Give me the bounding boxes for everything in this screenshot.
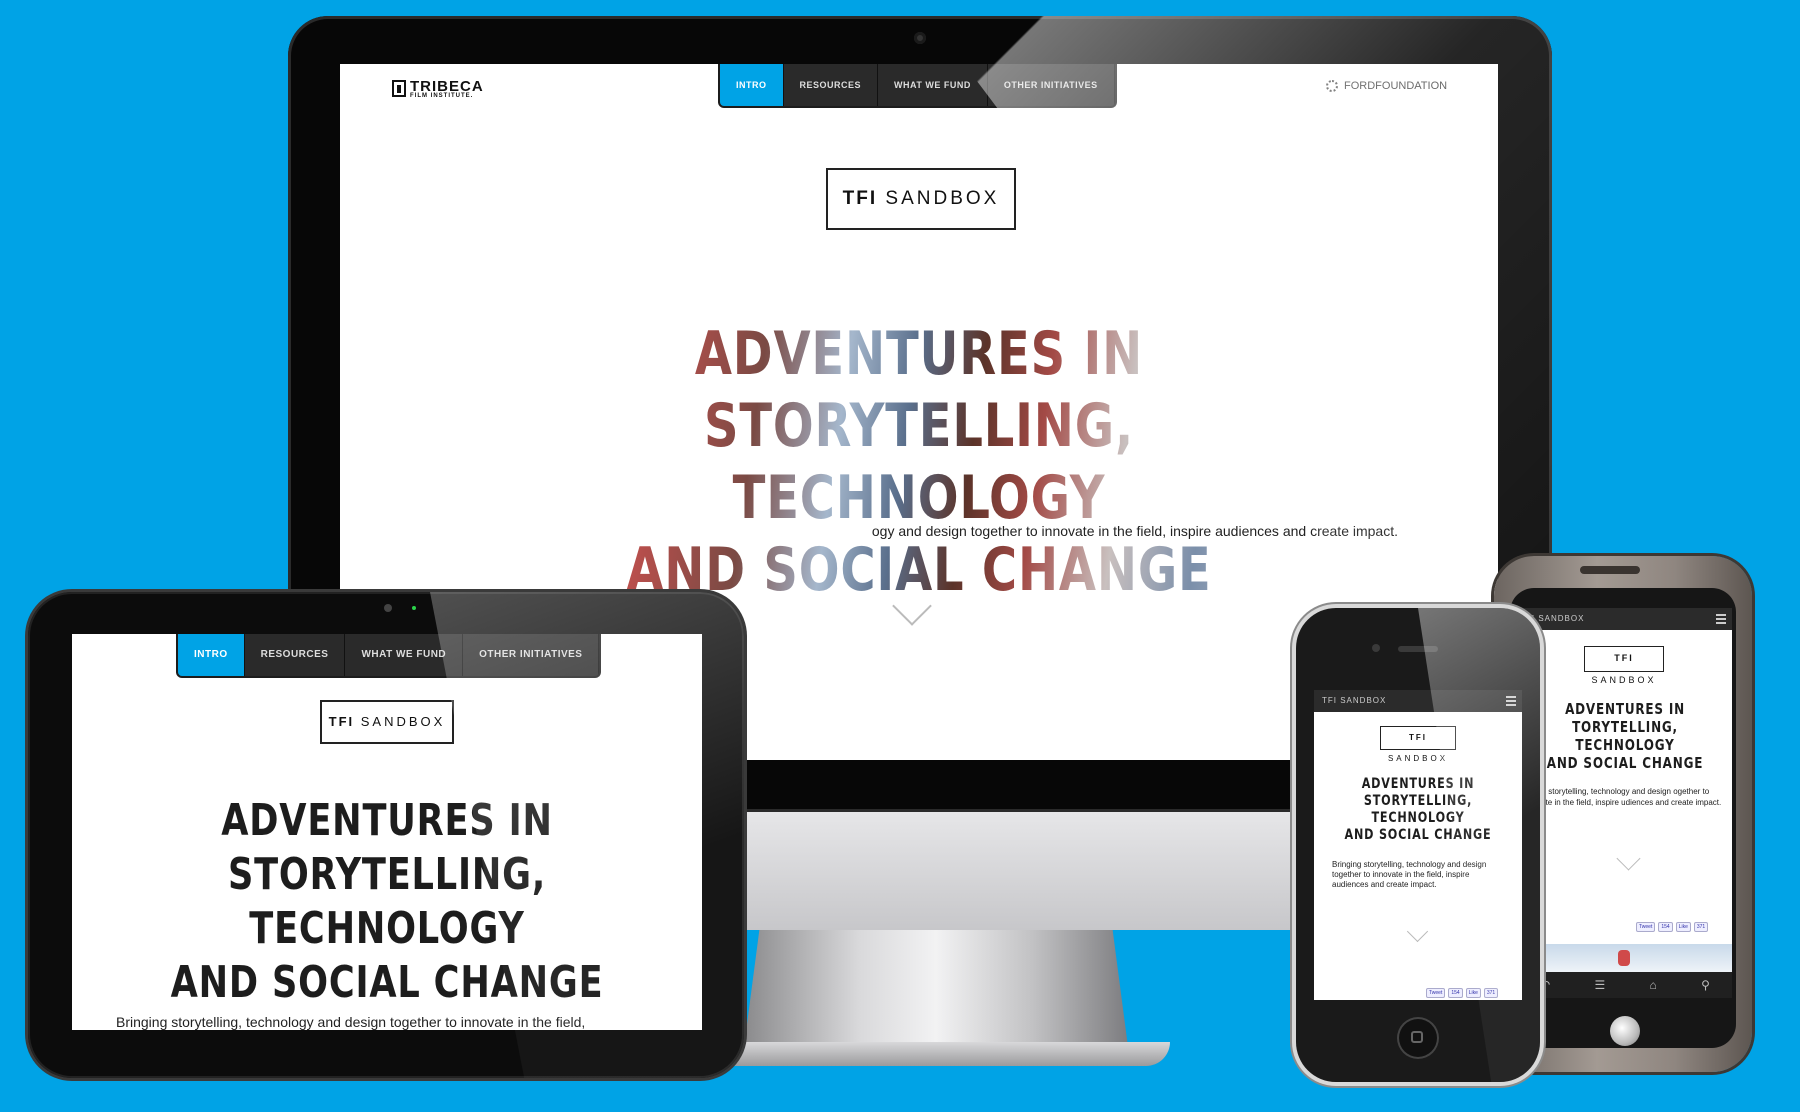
tab-what-we-fund[interactable]: WHAT WE FUND xyxy=(345,634,464,676)
tab-other-initiatives[interactable]: OTHER INITIATIVES xyxy=(463,634,600,676)
tweet-button[interactable]: Tweet xyxy=(1636,922,1656,932)
mobile-header-bar: FI SANDBOX xyxy=(1518,608,1732,630)
monitor-camera xyxy=(914,32,926,44)
monitor-foot xyxy=(710,1042,1170,1066)
android-softkeys: ↶ ☰ ⌂ ⚲ xyxy=(1518,972,1732,998)
ford-foundation-icon xyxy=(1326,80,1338,92)
android-screen: FI SANDBOX TFI SANDBOX ADVENTURES IN TOR… xyxy=(1518,608,1732,972)
mobile-header-title: TFI SANDBOX xyxy=(1322,696,1387,705)
hero-headline-line: ADVENTURES IN xyxy=(1361,776,1475,792)
sandbox-logo[interactable]: TFI SANDBOX xyxy=(1380,726,1456,763)
sandbox-logo[interactable]: TFI SANDBOX xyxy=(320,700,454,744)
hero-headline-line: AND SOCIAL CHANGE xyxy=(1546,754,1704,772)
tab-resources[interactable]: RESOURCES xyxy=(784,64,879,106)
hero-image xyxy=(1518,944,1732,972)
iphone-camera xyxy=(1372,644,1380,652)
desktop-nav: INTRO RESOURCES WHAT WE FUND OTHER INITI… xyxy=(718,64,1117,108)
hero-headline: ADVENTURES IN STORYTELLING, TECHNOLOGY A… xyxy=(135,794,639,1010)
social-share-row: Tweet 154 Like 371 xyxy=(1426,988,1499,998)
hero-headline-line: STORYTELLING, TECHNOLOGY xyxy=(1363,793,1473,826)
hero-description: ogy and design together to innovate in t… xyxy=(871,523,1398,539)
hero-headline-line: ADVENTURES IN xyxy=(221,795,553,846)
tab-other-initiatives[interactable]: OTHER INITIATIVES xyxy=(988,64,1115,106)
android-speaker xyxy=(1580,566,1640,574)
ford-foundation-label: FORDFOUNDATION xyxy=(1344,80,1448,92)
sandbox-logo-rest: SANDBOX xyxy=(885,188,1000,209)
sandbox-logo-rest: SANDBOX xyxy=(360,714,446,729)
hero-description: Bringing storytelling, technology and de… xyxy=(1332,860,1487,889)
tweet-button[interactable]: Tweet xyxy=(1426,988,1446,998)
iphone-home-button[interactable] xyxy=(1397,1017,1439,1059)
tab-intro[interactable]: INTRO xyxy=(178,634,245,676)
tablet-led xyxy=(412,606,416,610)
hero-headline-line: AND SOCIAL CHANGE xyxy=(170,957,604,1008)
tablet-screen: INTRO RESOURCES WHAT WE FUND OTHER INITI… xyxy=(72,634,702,1030)
like-count: 371 xyxy=(1693,922,1709,932)
tab-resources[interactable]: RESOURCES xyxy=(245,634,346,676)
monitor-stand xyxy=(744,930,1128,1047)
hero-headline-line: TORYTELLING, TECHNOLOGY xyxy=(1572,718,1678,754)
hero-headline: ADVENTURES IN STORYTELLING, TECHNOLOGY A… xyxy=(515,318,1323,606)
hero-headline-line: AND SOCIAL CHANGE xyxy=(1344,827,1492,843)
scroll-down-chevron-icon[interactable] xyxy=(1616,846,1641,871)
logo-sub: FILM INSTITUTE. xyxy=(410,93,474,99)
iphone-screen: TFI SANDBOX TFI SANDBOX ADVENTURES IN ST… xyxy=(1314,690,1522,1000)
tribeca-logo[interactable]: TRIBECA FILM INSTITUTE. xyxy=(392,78,492,100)
sandbox-logo-rest: SANDBOX xyxy=(1591,675,1657,685)
tab-what-we-fund[interactable]: WHAT WE FUND xyxy=(878,64,988,106)
ford-foundation-link[interactable]: FORDFOUNDATION xyxy=(1326,80,1447,92)
mobile-header-title: FI SANDBOX xyxy=(1526,614,1585,623)
menu-key-icon[interactable]: ☰ xyxy=(1594,978,1605,992)
hero-headline-line: ADVENTURES IN xyxy=(1565,700,1685,718)
menu-icon[interactable] xyxy=(1716,614,1726,624)
tab-intro[interactable]: INTRO xyxy=(720,64,784,106)
hero-description: Bringing storytelling, technology and de… xyxy=(116,1014,586,1030)
tribeca-logo-icon xyxy=(392,80,406,97)
like-count: 371 xyxy=(1483,988,1499,998)
hero-headline-line: ADVENTURES IN xyxy=(694,319,1144,389)
sandbox-logo-bold: TFI xyxy=(842,188,878,209)
iphone-speaker xyxy=(1398,646,1438,652)
hero-headline: ADVENTURES IN STORYTELLING, TECHNOLOGY A… xyxy=(1335,776,1501,844)
social-share-row: Tweet 154 Like 371 xyxy=(1636,922,1709,932)
search-key-icon[interactable]: ⚲ xyxy=(1701,978,1710,992)
sandbox-logo-rest: SANDBOX xyxy=(1387,754,1449,763)
sandbox-logo[interactable]: TFI SANDBOX xyxy=(1584,646,1664,685)
tweet-count: 154 xyxy=(1448,988,1463,998)
back-key-icon[interactable]: ↶ xyxy=(1540,978,1550,992)
home-key-icon[interactable]: ⌂ xyxy=(1650,978,1657,992)
hero-description: ringing storytelling, technology and des… xyxy=(1522,787,1722,807)
sandbox-logo-bold: TFI xyxy=(1614,653,1634,663)
hero-headline-line: STORYTELLING, TECHNOLOGY xyxy=(227,849,547,954)
sandbox-logo-bold: TFI xyxy=(328,714,355,729)
android-trackball[interactable] xyxy=(1610,1016,1640,1046)
scroll-down-chevron-icon[interactable] xyxy=(1406,920,1429,943)
tablet-nav: INTRO RESOURCES WHAT WE FUND OTHER INITI… xyxy=(176,634,602,678)
mobile-header-bar: TFI SANDBOX xyxy=(1314,690,1522,712)
menu-icon[interactable] xyxy=(1506,696,1516,706)
like-button[interactable]: Like xyxy=(1675,922,1691,932)
hero-headline: ADVENTURES IN TORYTELLING, TECHNOLOGY AN… xyxy=(1539,700,1710,772)
sandbox-logo[interactable]: TFI SANDBOX xyxy=(826,168,1016,230)
like-button[interactable]: Like xyxy=(1465,988,1481,998)
sandbox-logo-bold: TFI xyxy=(1409,733,1427,742)
hero-headline-line: STORYTELLING, TECHNOLOGY xyxy=(704,391,1134,533)
tweet-count: 154 xyxy=(1658,922,1673,932)
tablet-camera xyxy=(384,604,392,612)
